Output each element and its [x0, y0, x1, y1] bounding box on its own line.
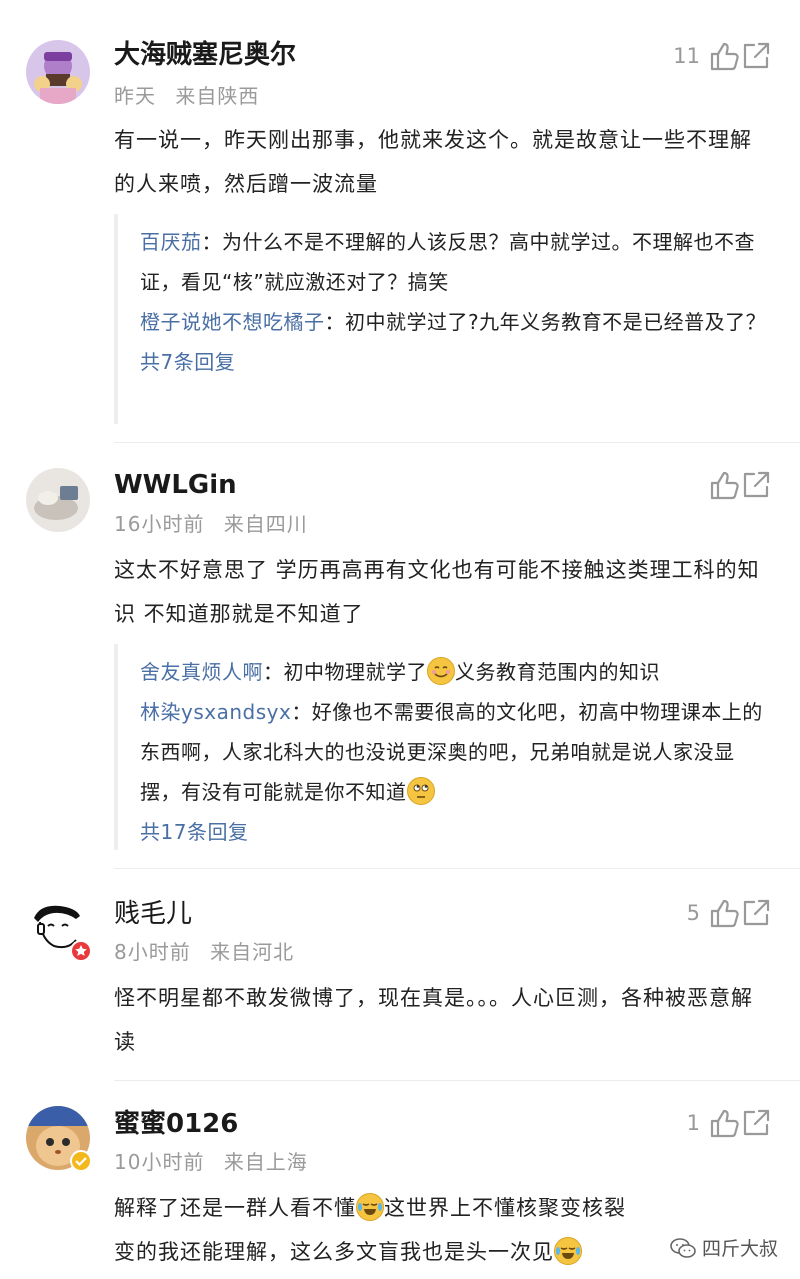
- like-button[interactable]: 5: [687, 897, 740, 929]
- reply-thread: 舍友真烦人啊：初中物理就学了 义务教育范围内的知识 林染ysxandsyx：好像也…: [114, 644, 772, 850]
- comment-feed: 大海贼塞尼奥尔 昨天 来自陕西 11 有一说一，昨天刚出那事，他就来发这个。就是…: [0, 0, 800, 1279]
- like-count: 11: [673, 44, 700, 68]
- divider: [114, 442, 800, 443]
- verified-badge-icon: [70, 1150, 92, 1172]
- crying-laughing-emoji-icon: [356, 1193, 384, 1221]
- user-avatar[interactable]: [26, 40, 90, 104]
- comment-text: 这太不好意思了 学历再高再有文化也有可能不接触这类理工科的知识 不知道那就是不知…: [114, 558, 760, 626]
- comment-time: 8小时前: [114, 940, 191, 964]
- comment-actions: 5: [687, 893, 772, 933]
- user-avatar[interactable]: [26, 1106, 92, 1172]
- comment-meta: 昨天 来自陕西: [114, 82, 259, 110]
- share-icon[interactable]: [740, 1107, 772, 1139]
- reply-item: 橙子说她不想吃橘子：初中就学过了?九年义务教育不是已经普及了？: [140, 302, 772, 342]
- share-icon[interactable]: [740, 40, 772, 72]
- watermark: 四斤大叔: [670, 1234, 778, 1261]
- like-button[interactable]: [700, 469, 740, 501]
- reply-username[interactable]: 舍友真烦人啊: [140, 660, 263, 684]
- smile-emoji-icon: [427, 657, 455, 685]
- username[interactable]: WWLGin: [114, 468, 237, 502]
- share-icon[interactable]: [740, 469, 772, 501]
- comment-time: 16小时前: [114, 512, 205, 536]
- thumbs-up-icon: [710, 1109, 739, 1138]
- more-replies-link[interactable]: 共17条回复: [140, 812, 772, 852]
- thumbs-up-icon: [710, 899, 739, 928]
- user-avatar[interactable]: [26, 896, 92, 962]
- reply-username[interactable]: 百厌茄: [140, 230, 202, 254]
- reply-item: 林染ysxandsyx：好像也不需要很高的文化吧，初高中物理课本上的东西啊，人家…: [140, 692, 772, 812]
- user-avatar[interactable]: [26, 468, 90, 532]
- divider: [114, 868, 800, 869]
- comment-meta: 10小时前 来自上海: [114, 1148, 308, 1176]
- verified-badge-icon: [70, 940, 92, 962]
- comment-text: 解释了还是一群人看不懂 这世界上不懂核聚变核裂变的我还能理解，这么多文盲我也是头一…: [114, 1186, 640, 1274]
- like-count: 5: [686, 901, 700, 925]
- rolleyes-emoji-icon: [406, 777, 435, 805]
- like-button[interactable]: 11: [673, 40, 740, 72]
- reply-text: 义务教育范围内的知识: [455, 660, 660, 684]
- reply-username[interactable]: 林染ysxandsyx: [140, 700, 291, 724]
- reply-text: ：初中就学过了?九年义务教育不是已经普及了？: [324, 310, 767, 334]
- divider: [114, 1080, 800, 1081]
- reply-thread: 百厌茄：为什么不是不理解的人该反思？高中就学过。不理解也不查证，看见“核”就应激…: [114, 214, 772, 424]
- thumbs-up-icon: [710, 471, 739, 500]
- comment-time: 昨天: [114, 84, 156, 108]
- comment-text: 怪不明星都不敢发微博了，现在真是。。。人心叵测，各种被恶意解读: [114, 986, 753, 1054]
- comment-text-part: 解释了还是一群人看不懂: [114, 1196, 356, 1220]
- comment-location: 来自河北: [210, 940, 295, 964]
- comment-meta: 16小时前 来自四川: [114, 510, 308, 538]
- comment-actions: 11: [673, 36, 772, 76]
- comment-text: 有一说一，昨天刚出那事，他就来发这个。就是故意让一些不理解的人来喷，然后蹭一波流…: [114, 128, 752, 196]
- like-count: 1: [686, 1111, 700, 1135]
- reply-item: 百厌茄：为什么不是不理解的人该反思？高中就学过。不理解也不查证，看见“核”就应激…: [140, 222, 772, 302]
- comment-actions: 1: [687, 1103, 772, 1143]
- thumbs-up-icon: [710, 42, 739, 71]
- username[interactable]: 蜜蜜0126: [114, 1107, 238, 1141]
- comment-location: 来自陕西: [175, 84, 260, 108]
- wechat-icon: [670, 1237, 696, 1258]
- comment-location: 来自上海: [223, 1150, 308, 1174]
- reply-text: ：初中物理就学了: [263, 660, 427, 684]
- comment-time: 10小时前: [114, 1150, 205, 1174]
- share-icon[interactable]: [740, 897, 772, 929]
- watermark-text: 四斤大叔: [701, 1238, 778, 1260]
- reply-username[interactable]: 橙子说她不想吃橘子: [140, 310, 325, 334]
- like-button[interactable]: 1: [687, 1107, 740, 1139]
- comment-actions: [700, 465, 772, 505]
- reply-item: 舍友真烦人啊：初中物理就学了 义务教育范围内的知识: [140, 652, 772, 692]
- crying-laughing-emoji-icon: [554, 1237, 582, 1265]
- more-replies-link[interactable]: 共7条回复: [140, 342, 772, 382]
- comment-meta: 8小时前 来自河北: [114, 938, 294, 966]
- comment-location: 来自四川: [223, 512, 308, 536]
- username[interactable]: 贱毛儿: [114, 897, 192, 931]
- username[interactable]: 大海贼塞尼奥尔: [114, 38, 296, 72]
- reply-text: ：为什么不是不理解的人该反思？高中就学过。不理解也不查证，看见“核”就应激还对了…: [140, 230, 755, 294]
